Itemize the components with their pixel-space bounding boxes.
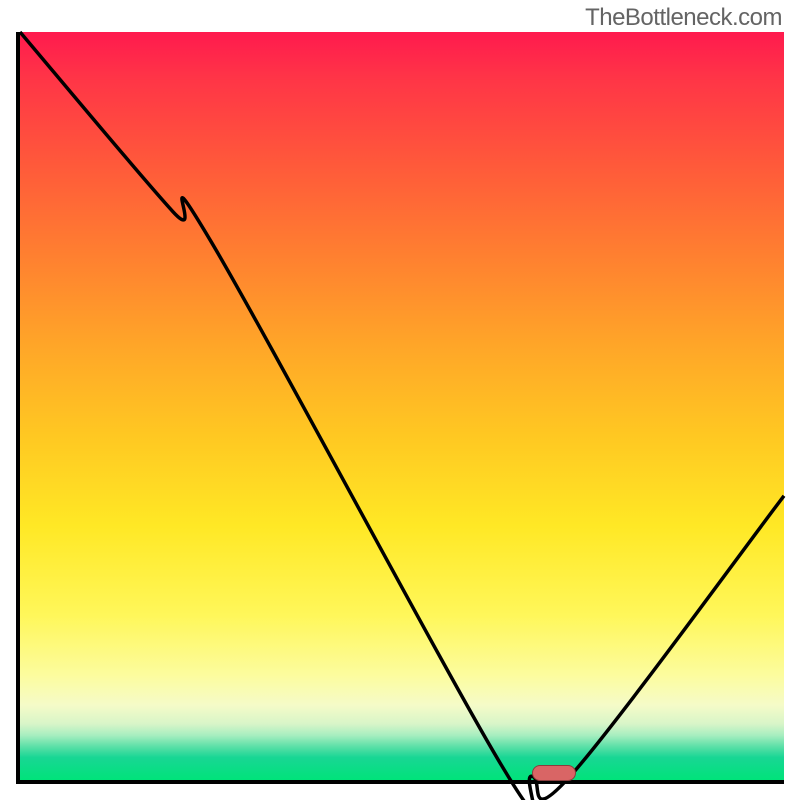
watermark-text: TheBottleneck.com xyxy=(585,4,782,32)
bottleneck-curve xyxy=(20,32,784,780)
chart-area xyxy=(16,32,784,784)
optimal-marker xyxy=(532,765,576,781)
